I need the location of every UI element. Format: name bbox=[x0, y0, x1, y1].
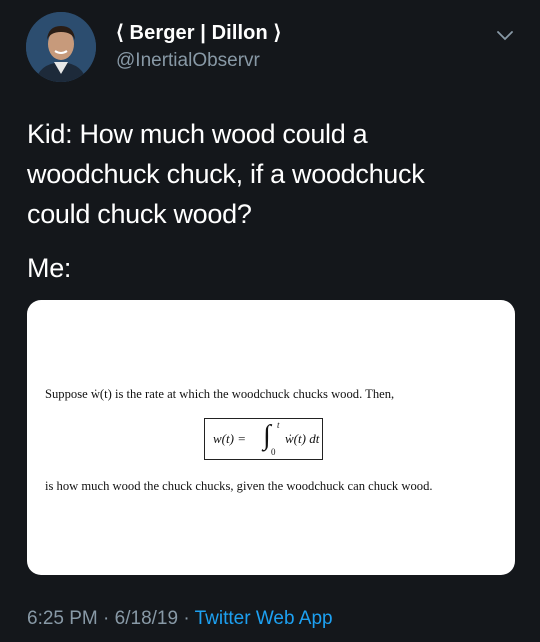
integral-upper-limit: t bbox=[277, 420, 280, 430]
display-name[interactable]: ⟨ Berger | Dillon ⟩ bbox=[116, 20, 281, 45]
tweet-metadata: 6:25 PM · 6/18/19 · Twitter Web App bbox=[27, 608, 333, 630]
chevron-down-icon[interactable] bbox=[494, 24, 516, 46]
separator: · bbox=[103, 608, 110, 629]
boxed-equation: w(t) = ∫ t 0 ẇ(t) dt bbox=[204, 418, 323, 460]
tweet-line: could chuck wood? bbox=[27, 199, 252, 229]
tweet-line: Me: bbox=[27, 253, 72, 283]
integrand: ẇ(t) dt bbox=[285, 431, 320, 446]
source-app-link[interactable]: Twitter Web App bbox=[195, 608, 333, 629]
tweet-line: woodchuck chuck, if a woodchuck bbox=[27, 159, 425, 189]
paragraph-before: Suppose ẇ(t) is the rate at which the wo… bbox=[45, 387, 395, 401]
integral-sign: ∫ bbox=[263, 420, 271, 451]
integral-lower-limit: 0 bbox=[271, 447, 276, 457]
paragraph-after: is how much wood the chuck chucks, given… bbox=[45, 479, 433, 493]
tweet-line: Kid: How much wood could a bbox=[27, 119, 368, 149]
tweet-time[interactable]: 6:25 PM bbox=[27, 608, 98, 629]
tweet-text: Kid: How much wood could a woodchuck chu… bbox=[27, 114, 517, 288]
avatar[interactable] bbox=[26, 12, 96, 82]
attached-image[interactable]: Suppose ẇ(t) is the rate at which the wo… bbox=[27, 300, 515, 575]
separator: · bbox=[183, 608, 190, 629]
equation-lhs: w(t) = bbox=[213, 431, 246, 446]
user-handle[interactable]: @InertialObservr bbox=[116, 50, 260, 72]
tweet-date[interactable]: 6/18/19 bbox=[115, 608, 178, 629]
profile-photo bbox=[26, 12, 96, 82]
